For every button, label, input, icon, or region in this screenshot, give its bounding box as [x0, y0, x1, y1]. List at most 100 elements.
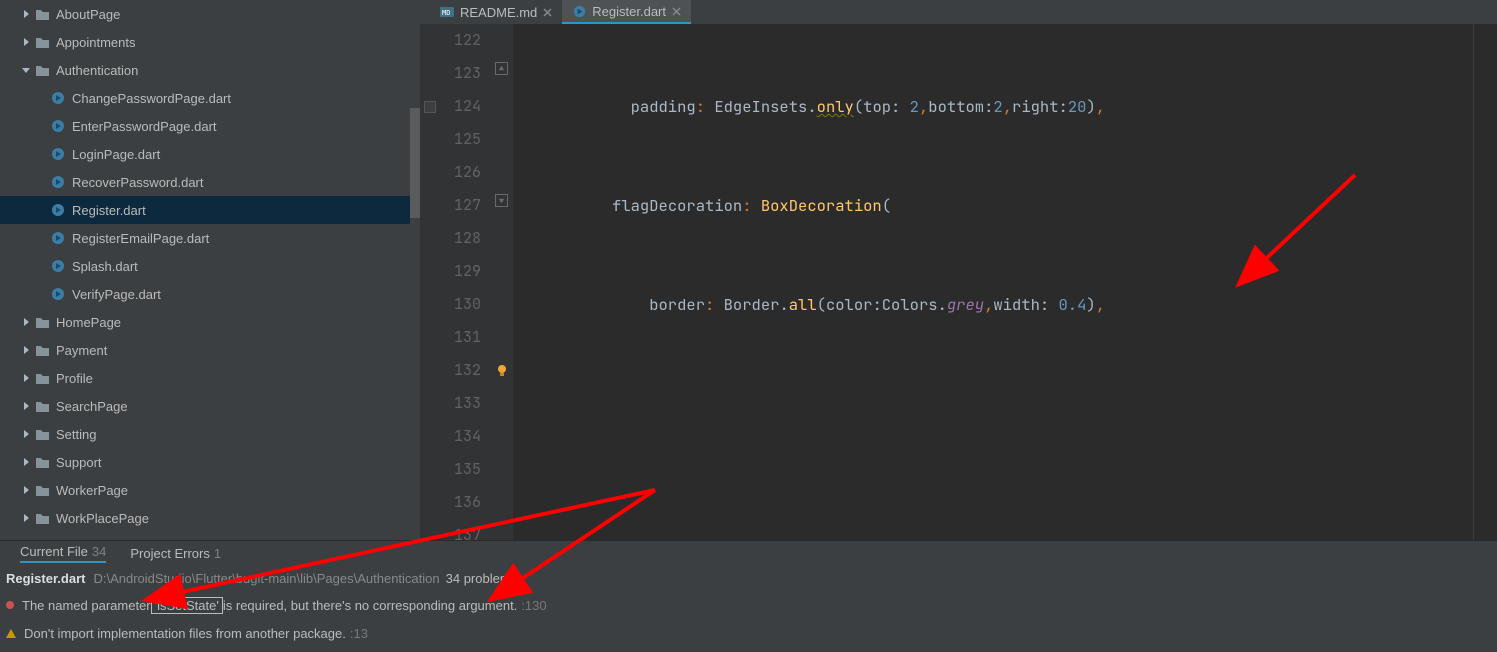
- gutter-line-number[interactable]: 123: [420, 57, 481, 90]
- tree-item-recoverpassword-dart[interactable]: RecoverPassword.dart: [0, 168, 418, 196]
- problem-location: :130: [521, 598, 546, 613]
- tree-item-loginpage-dart[interactable]: LoginPage.dart: [0, 140, 418, 168]
- gutter-line-number[interactable]: 132: [420, 354, 481, 387]
- folder-icon: [34, 6, 50, 22]
- gutter-line-number[interactable]: 133: [420, 387, 481, 420]
- gutter-line-number[interactable]: 126: [420, 156, 481, 189]
- fold-end-icon[interactable]: [495, 194, 508, 207]
- gutter-line-number[interactable]: 135: [420, 453, 481, 486]
- problem-row[interactable]: The named parameter 'isSetState' is requ…: [0, 591, 1497, 619]
- tree-item-support[interactable]: Support: [0, 448, 418, 476]
- error-icon: [6, 601, 14, 609]
- editor-tab-readme-md[interactable]: MD README.md: [430, 0, 562, 24]
- dart-file-icon: [50, 174, 66, 190]
- svg-text:MD: MD: [442, 9, 450, 17]
- problems-file-path: D:\AndroidStudio\Flutter\bugit-main\lib\…: [93, 571, 439, 586]
- problems-tab-count: 34: [92, 544, 106, 559]
- tree-scrollbar[interactable]: [410, 0, 420, 540]
- tree-item-label: Setting: [56, 427, 96, 442]
- fold-collapse-icon[interactable]: [495, 62, 508, 75]
- folder-icon: [34, 370, 50, 386]
- tree-scrollbar-thumb[interactable]: [410, 108, 420, 218]
- tree-item-label: Register.dart: [72, 203, 146, 218]
- dart-file-icon: [50, 118, 66, 134]
- tree-item-aboutpage[interactable]: AboutPage: [0, 0, 418, 28]
- tree-item-appointments[interactable]: Appointments: [0, 28, 418, 56]
- editor: MD README.md Register.dart 122123124125126…: [420, 0, 1497, 540]
- gutter-line-number[interactable]: 134: [420, 420, 481, 453]
- project-tree[interactable]: AboutPageAppointments Authentication Chang…: [0, 0, 420, 540]
- chevron-right-icon[interactable]: [20, 428, 32, 440]
- editor-tab-register-dart[interactable]: Register.dart: [562, 0, 691, 24]
- tree-item-profile[interactable]: Profile: [0, 364, 418, 392]
- gutter-line-number[interactable]: 125: [420, 123, 481, 156]
- tree-item-changepasswordpage-dart[interactable]: ChangePasswordPage.dart: [0, 84, 418, 112]
- chevron-right-icon[interactable]: [20, 36, 32, 48]
- problem-text: The named parameter: [22, 598, 151, 613]
- problem-text: Don't import implementation files from a…: [24, 626, 346, 641]
- chevron-right-icon[interactable]: [20, 400, 32, 412]
- gutter-line-number[interactable]: 137: [420, 519, 481, 540]
- problems-panel: Current File 34 Project Errors1 Register.d…: [0, 540, 1497, 652]
- problem-location: :13: [350, 626, 368, 641]
- gutter-line-number[interactable]: 136: [420, 486, 481, 519]
- problems-tab-project-errors[interactable]: Project Errors1: [130, 546, 221, 561]
- tree-item-setting[interactable]: Setting: [0, 420, 418, 448]
- problems-tab-count: 1: [214, 546, 221, 561]
- tree-item-splash-dart[interactable]: Splash.dart: [0, 252, 418, 280]
- problems-file-name: Register.dart: [6, 571, 85, 586]
- error-stripe[interactable]: [1473, 24, 1497, 540]
- tree-item-label: EnterPasswordPage.dart: [72, 119, 217, 134]
- folder-icon: [34, 314, 50, 330]
- tree-item-searchpage[interactable]: SearchPage: [0, 392, 418, 420]
- chevron-right-icon[interactable]: [20, 8, 32, 20]
- folder-icon: [34, 510, 50, 526]
- problems-breadcrumb[interactable]: Register.dart D:\AndroidStudio\Flutter\b…: [0, 565, 1497, 591]
- tree-item-label: SearchPage: [56, 399, 128, 414]
- tree-item-label: Splash.dart: [72, 259, 138, 274]
- markdown-icon: MD: [440, 5, 454, 19]
- chevron-right-icon[interactable]: [20, 484, 32, 496]
- chevron-right-icon[interactable]: [20, 316, 32, 328]
- problems-tab-label: Current File: [20, 544, 88, 559]
- tree-item-payment[interactable]: Payment: [0, 336, 418, 364]
- tree-item-workplacepage[interactable]: WorkPlacePage: [0, 504, 418, 532]
- tree-item-label: WorkPlacePage: [56, 511, 149, 526]
- problem-highlight: 'isSetState': [151, 597, 223, 614]
- tab-label: README.md: [460, 5, 537, 20]
- tree-item-verifypage-dart[interactable]: VerifyPage.dart: [0, 280, 418, 308]
- problems-tab-current-file[interactable]: Current File 34: [20, 544, 106, 563]
- tree-item-registeremailpage-dart[interactable]: RegisterEmailPage.dart: [0, 224, 418, 252]
- gutter-line-number[interactable]: 130: [420, 288, 481, 321]
- gutter-line-number[interactable]: 128: [420, 222, 481, 255]
- gutter-line-number[interactable]: 129: [420, 255, 481, 288]
- tree-item-register-dart[interactable]: Register.dart: [0, 196, 418, 224]
- gutter-marker-icon[interactable]: [424, 101, 436, 113]
- close-icon[interactable]: [672, 7, 681, 16]
- gutter-line-number[interactable]: 127: [420, 189, 481, 222]
- gutter-line-number[interactable]: 124: [420, 90, 481, 123]
- chevron-down-icon[interactable]: [20, 64, 32, 76]
- tree-item-authentication[interactable]: Authentication: [0, 56, 418, 84]
- chevron-right-icon[interactable]: [20, 512, 32, 524]
- gutter-line-number[interactable]: 122: [420, 24, 481, 57]
- gutter: 1221231241251261271281291301311321331341…: [420, 24, 493, 540]
- tree-item-homepage[interactable]: HomePage: [0, 308, 418, 336]
- tree-item-label: RegisterEmailPage.dart: [72, 231, 209, 246]
- warning-icon: [6, 629, 16, 638]
- chevron-right-icon[interactable]: [20, 344, 32, 356]
- chevron-right-icon[interactable]: [20, 372, 32, 384]
- gutter-line-number[interactable]: 131: [420, 321, 481, 354]
- tree-item-label: Authentication: [56, 63, 138, 78]
- problem-row[interactable]: Don't import implementation files from a…: [0, 619, 1497, 647]
- tree-item-enterpasswordpage-dart[interactable]: EnterPasswordPage.dart: [0, 112, 418, 140]
- close-icon[interactable]: [543, 8, 552, 17]
- dart-file-icon: [50, 258, 66, 274]
- intention-bulb-icon[interactable]: [495, 364, 509, 378]
- chevron-right-icon[interactable]: [20, 456, 32, 468]
- folder-icon: [34, 426, 50, 442]
- code-pane[interactable]: padding: EdgeInsets.only(top: 2,bottom:2…: [513, 24, 1473, 540]
- folder-icon: [34, 34, 50, 50]
- dart-file-icon: [50, 286, 66, 302]
- tree-item-workerpage[interactable]: WorkerPage: [0, 476, 418, 504]
